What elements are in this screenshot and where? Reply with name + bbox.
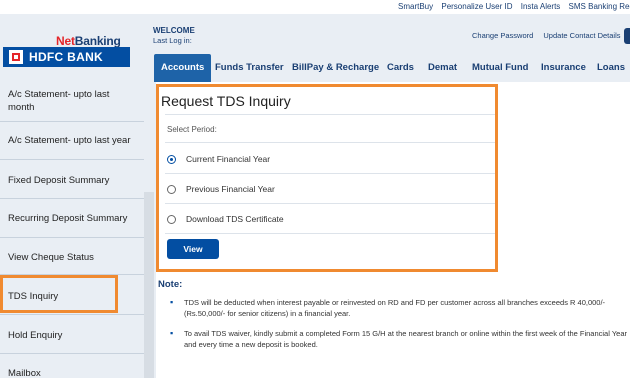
- option-label: Current Financial Year: [186, 154, 271, 164]
- option-download-tds-certificate[interactable]: Download TDS Certificate: [167, 212, 284, 226]
- sidebar-item-view-cheque-status[interactable]: View Cheque Status: [0, 251, 144, 264]
- bullet-icon: ▪: [170, 297, 174, 307]
- sidebar-item-ac-statement-last-month[interactable]: A/c Statement- upto last month: [0, 88, 144, 114]
- tab-cards[interactable]: Cards: [387, 54, 414, 82]
- note-text: To avail TDS waiver, kindly submit a com…: [184, 329, 627, 349]
- top-links: SmartBuy Personalize User ID Insta Alert…: [398, 2, 630, 11]
- tab-mutual-fund[interactable]: Mutual Fund: [472, 54, 528, 82]
- sidebar-scrollbar[interactable]: [144, 192, 154, 378]
- sidebar-item-ac-statement-last-year[interactable]: A/c Statement- upto last year: [0, 134, 144, 147]
- logout-button-partial[interactable]: [624, 28, 630, 44]
- top-link-personalize-user-id[interactable]: Personalize User ID: [441, 2, 512, 11]
- netbanking-label: NetBanking: [56, 34, 121, 48]
- sidebar-divider: [0, 159, 144, 160]
- welcome-text: WELCOME: [153, 26, 195, 35]
- tab-loans[interactable]: Loans: [597, 54, 625, 82]
- panel-divider: [165, 142, 495, 143]
- hdfc-square-icon: [9, 50, 23, 64]
- sidebar-divider: [0, 198, 144, 199]
- note-section: Note: ▪ TDS will be deducted when intere…: [156, 272, 630, 378]
- update-contact-details-link[interactable]: Update Contact Details: [543, 31, 620, 40]
- tds-inquiry-panel: Request TDS Inquiry Select Period: Curre…: [156, 84, 498, 272]
- option-label: Previous Financial Year: [186, 184, 275, 194]
- netbanking-banking-text: Banking: [74, 34, 121, 48]
- option-current-financial-year[interactable]: Current Financial Year: [167, 152, 270, 166]
- header-links: Change Password Update Contact Details: [472, 31, 629, 40]
- option-previous-financial-year[interactable]: Previous Financial Year: [167, 182, 275, 196]
- tab-demat[interactable]: Demat: [428, 54, 457, 82]
- note-item: ▪ TDS will be deducted when interest pay…: [170, 297, 630, 319]
- view-button[interactable]: View: [167, 239, 219, 259]
- netbanking-net-text: Net: [56, 34, 75, 48]
- tab-insurance[interactable]: Insurance: [541, 54, 586, 82]
- bank-name-bar: HDFC BANK: [3, 47, 130, 67]
- last-login-text: Last Log in:: [153, 36, 192, 45]
- sidebar: A/c Statement- upto last month A/c State…: [0, 82, 156, 378]
- radio-unselected-icon[interactable]: [167, 214, 176, 224]
- panel-divider: [165, 203, 495, 204]
- sidebar-item-mailbox[interactable]: Mailbox: [0, 367, 144, 378]
- sidebar-divider: [0, 314, 144, 315]
- panel-divider: [165, 114, 495, 115]
- top-links-bar: SmartBuy Personalize User ID Insta Alert…: [0, 0, 630, 14]
- radio-unselected-icon[interactable]: [167, 184, 176, 194]
- select-period-label: Select Period:: [167, 125, 217, 134]
- tab-funds-transfer[interactable]: Funds Transfer: [215, 54, 284, 82]
- panel-title: Request TDS Inquiry: [161, 93, 291, 109]
- sidebar-item-fixed-deposit-summary[interactable]: Fixed Deposit Summary: [0, 174, 144, 187]
- panel-divider: [165, 173, 495, 174]
- main-nav: Accounts Funds Transfer BillPay & Rechar…: [153, 54, 630, 82]
- option-label: Download TDS Certificate: [186, 214, 284, 224]
- top-link-smartbuy[interactable]: SmartBuy: [398, 2, 433, 11]
- header: NetBanking HDFC BANK WELCOME Last Log in…: [0, 14, 630, 82]
- sidebar-divider: [0, 121, 144, 122]
- tab-accounts[interactable]: Accounts: [154, 54, 212, 82]
- bank-name: HDFC BANK: [29, 50, 104, 64]
- sidebar-divider: [0, 353, 144, 354]
- note-title: Note:: [158, 279, 183, 290]
- radio-selected-icon[interactable]: [167, 154, 176, 164]
- top-link-insta-alerts[interactable]: Insta Alerts: [521, 2, 561, 11]
- note-text: TDS will be deducted when interest payab…: [184, 298, 606, 318]
- top-link-sms-banking[interactable]: SMS Banking Registratio: [569, 2, 630, 11]
- panel-divider: [165, 233, 495, 234]
- sidebar-divider: [0, 237, 144, 238]
- tds-inquiry-highlight: [0, 275, 118, 313]
- change-password-link[interactable]: Change Password: [472, 31, 533, 40]
- sidebar-item-recurring-deposit-summary[interactable]: Recurring Deposit Summary: [0, 212, 144, 225]
- sidebar-item-hold-enquiry[interactable]: Hold Enquiry: [0, 329, 144, 342]
- note-item: ▪ To avail TDS waiver, kindly submit a c…: [170, 328, 630, 350]
- bullet-icon: ▪: [170, 328, 174, 338]
- tab-billpay-recharge[interactable]: BillPay & Recharge: [292, 54, 379, 82]
- hdfc-logo: NetBanking HDFC BANK: [0, 24, 130, 72]
